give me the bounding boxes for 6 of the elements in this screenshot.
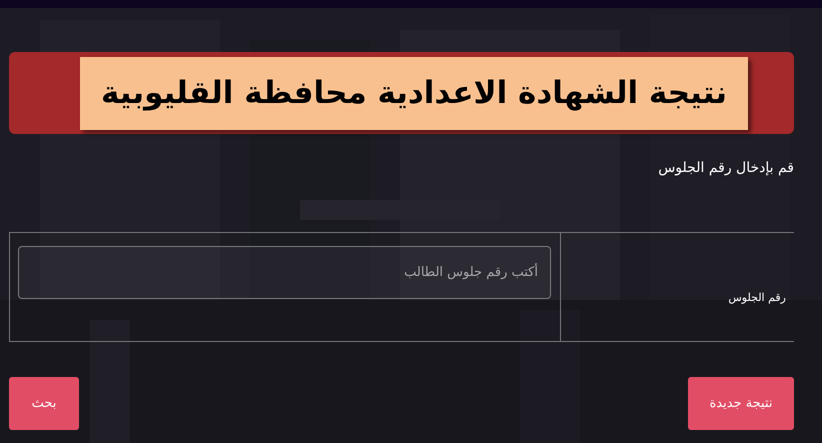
action-button[interactable]: بحث [9,377,79,430]
instruction-text: قم بإدخال رقم الجلوس [658,160,794,178]
action-button[interactable]: نتيجة جديدة [688,377,794,430]
page-title: نتيجة الشهادة الاعدادية محافظة القليوبية [100,75,728,111]
field-label: رقم الجلوس [728,290,786,304]
input-field[interactable]: أكتب رقم جلوس الطالب [18,246,551,299]
